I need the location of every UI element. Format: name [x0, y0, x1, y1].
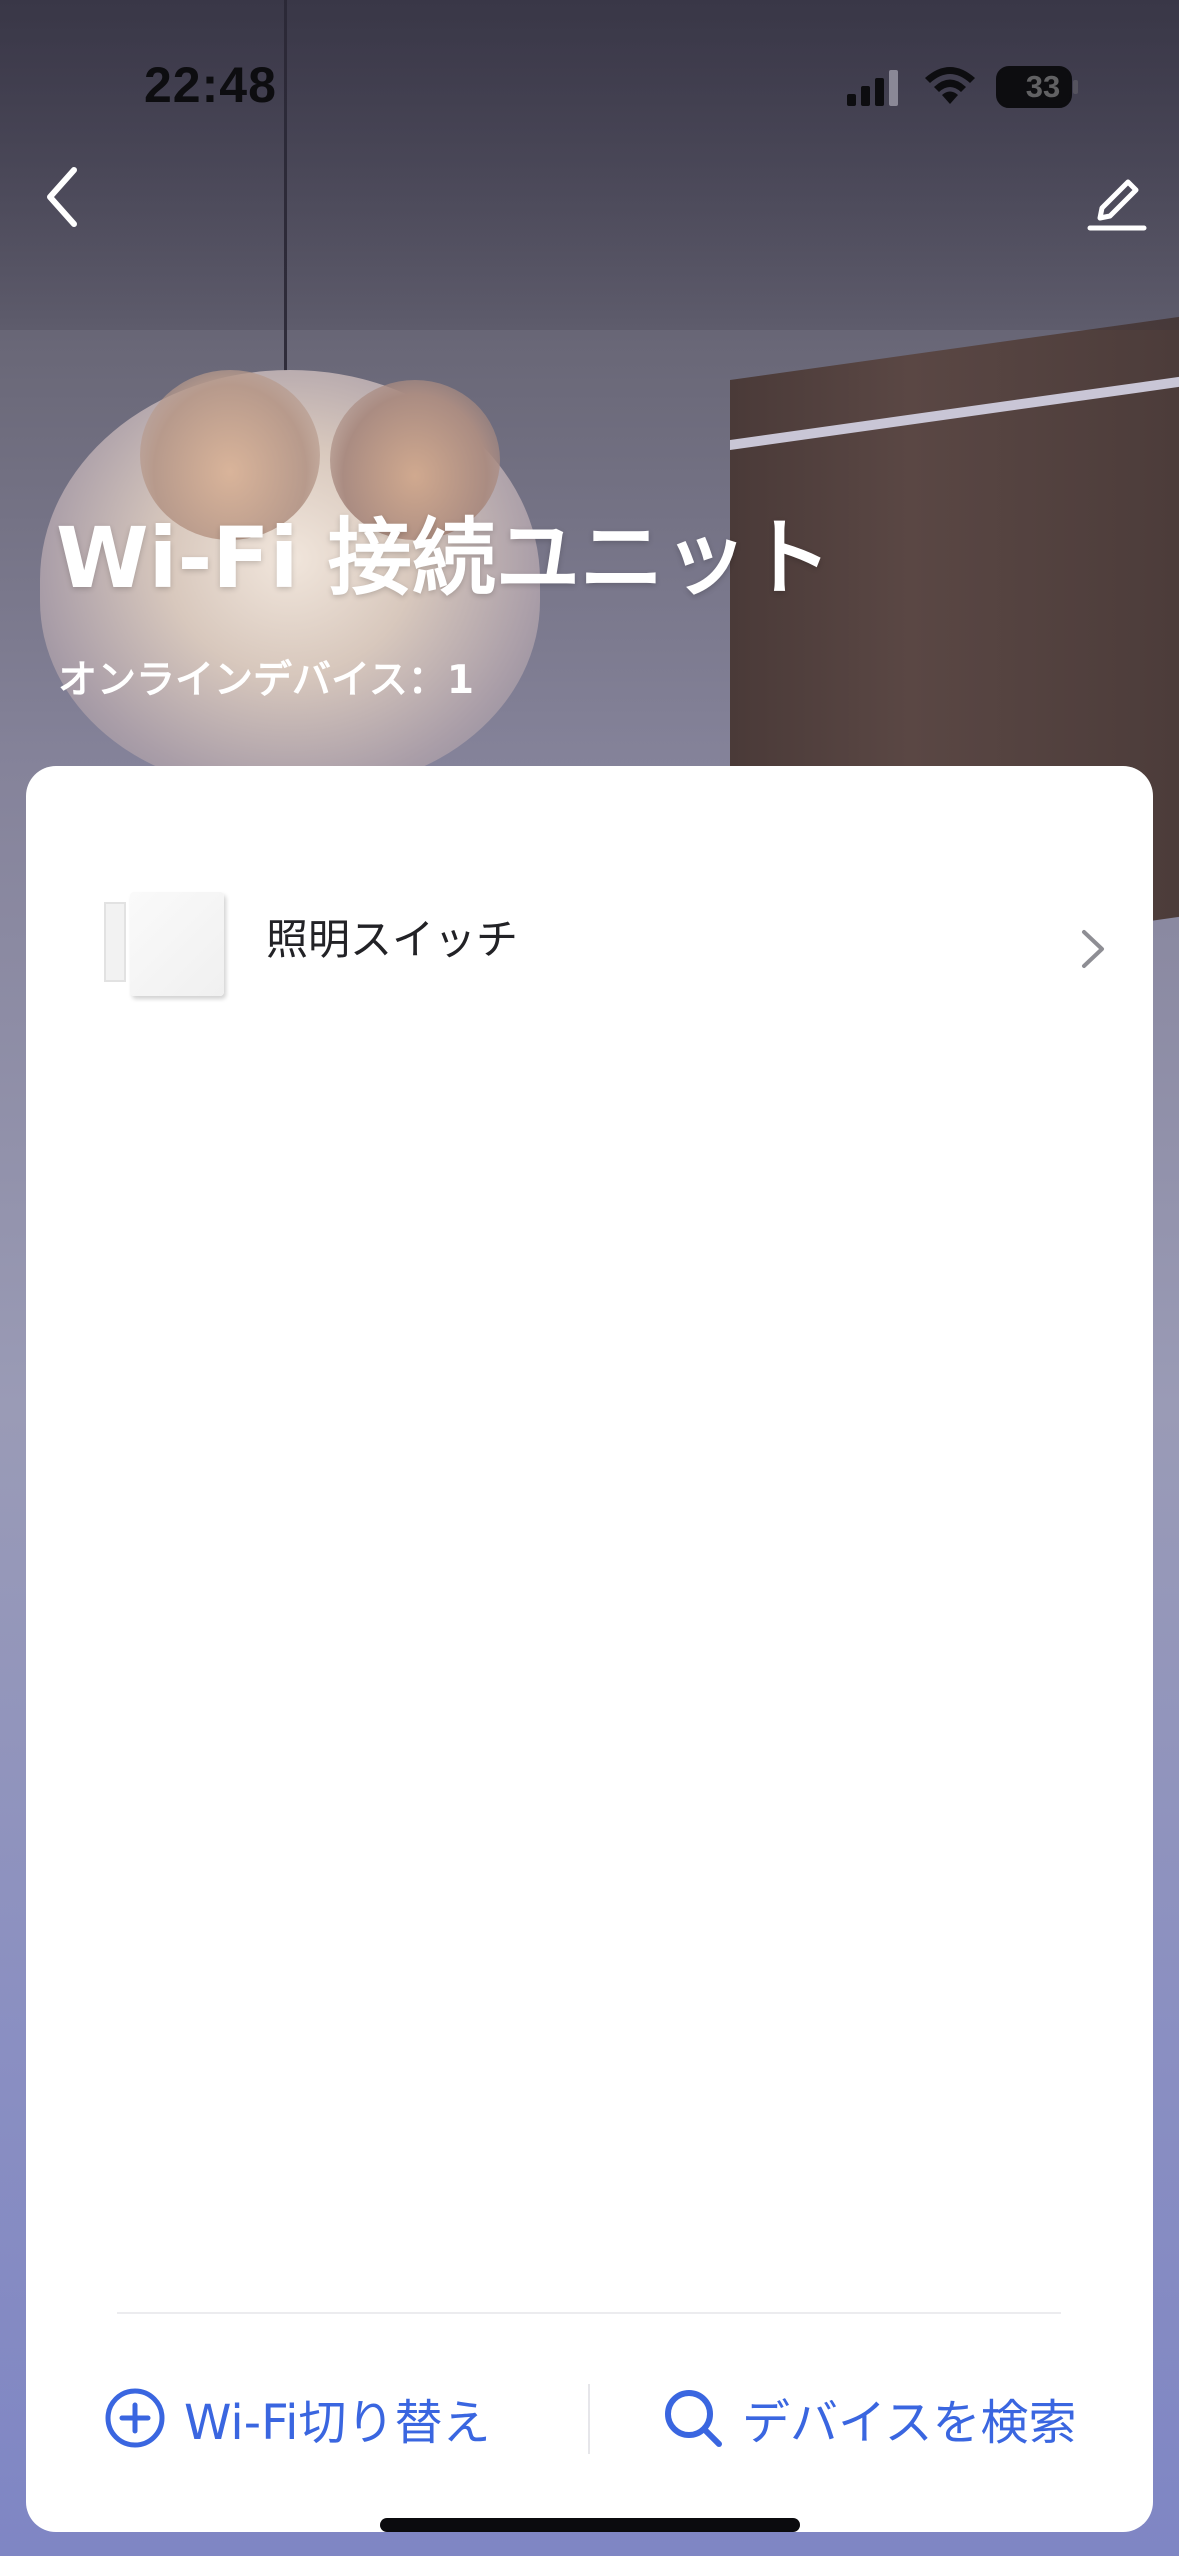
search-icon	[665, 2390, 722, 2447]
switch-wifi-label: Wi-Fi切り替え	[184, 2395, 491, 2451]
chevron-left-icon	[47, 167, 77, 227]
wifi-icon	[925, 67, 975, 104]
search-device-button[interactable]: デバイスを検索	[662, 2378, 1077, 2458]
device-name: 照明スイッチ	[266, 915, 519, 964]
search-device-label: デバイスを検索	[742, 2395, 1077, 2451]
online-device-count: オンラインデバイス：1	[58, 658, 474, 703]
pencil-edit-icon	[1087, 179, 1147, 231]
switch-side-plate	[104, 902, 126, 982]
cellular-signal-icon	[847, 70, 898, 106]
page-title: Wi-Fi 接続ユニット	[56, 509, 832, 607]
plus-circle-icon	[105, 2388, 165, 2448]
background-top-shade	[0, 0, 1179, 330]
home-indicator[interactable]	[380, 2518, 800, 2532]
back-button[interactable]	[36, 162, 92, 232]
device-list-item[interactable]: 照明スイッチ	[26, 850, 1153, 1046]
action-divider-line	[117, 2312, 1061, 2314]
battery-level: 33	[1025, 69, 1061, 104]
switch-wifi-button[interactable]: Wi-Fi切り替え	[104, 2378, 491, 2458]
switch-front-plate	[130, 892, 224, 996]
edit-button[interactable]	[1084, 168, 1150, 234]
light-switch-thumbnail	[96, 892, 256, 1012]
screen: 22:48 33 Wi-Fi 接続ユニット オンラインデバイス：1 照明スイッチ…	[0, 0, 1179, 2556]
status-time: 22:48	[144, 57, 277, 113]
action-separator	[588, 2384, 590, 2454]
chevron-right-icon	[1082, 930, 1104, 968]
